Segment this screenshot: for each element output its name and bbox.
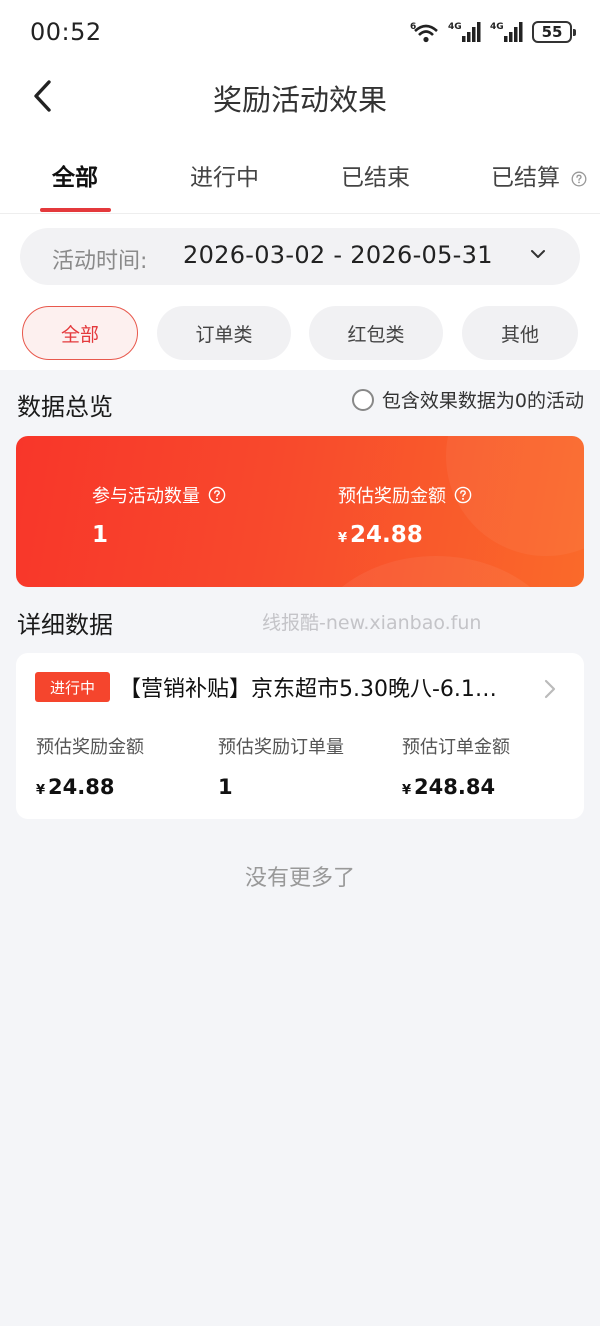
reward-amount-metric: 预估奖励金额 ¥24.88 (36, 733, 144, 799)
tab-in-progress[interactable]: 进行中 (190, 158, 259, 192)
reward-amount-value-wrap: ¥24.88 (36, 775, 144, 799)
reward-amount-value: 24.88 (48, 775, 115, 799)
cellular-signal-icon: 4G (448, 20, 482, 44)
navigation-bar: 奖励活动效果 (0, 62, 600, 132)
tab-all[interactable]: 全部 (52, 158, 98, 192)
decorative-circle (306, 556, 566, 587)
order-amount-value: 248.84 (414, 775, 496, 799)
page-title: 奖励活动效果 (212, 83, 387, 117)
date-range-value: 2026-03-02 - 2026-05-31 (183, 241, 493, 269)
chevron-right-icon[interactable] (544, 679, 556, 699)
status-time: 00:52 (30, 18, 102, 46)
currency-symbol: ¥ (36, 783, 46, 798)
order-count-value: 1 (218, 775, 233, 799)
radio-unchecked-icon[interactable] (351, 388, 374, 411)
chip-order[interactable]: 订单类 (157, 306, 291, 360)
svg-text:4G: 4G (490, 22, 504, 32)
include-zero-toggle[interactable]: 包含效果数据为0的活动 (351, 386, 584, 413)
overview-card: 参与活动数量 1 预估奖励金额 ¥24.88 (16, 436, 584, 587)
status-bar: 00:52 6 4G 4G 55 (0, 0, 600, 62)
svg-text:4G: 4G (448, 22, 462, 32)
category-filter: 全部 订单类 红包类 其他 (0, 306, 600, 362)
date-range-label: 活动时间: (52, 249, 148, 274)
overview-title: 数据总览 (17, 393, 113, 421)
chip-other[interactable]: 其他 (462, 306, 578, 360)
header-area: 00:52 6 4G 4G 55 奖励活动效果 全部 进行中 已结束 已结算 活… (0, 0, 600, 370)
chip-red-packet-label: 红包类 (347, 323, 405, 346)
activity-card[interactable]: 进行中 【营销补贴】京东超市5.30晚八-6.1… 预估奖励金额 ¥24.88 … (16, 653, 584, 819)
activity-count-value: 1 (92, 522, 109, 548)
tab-settled-label: 已结算 (491, 165, 560, 191)
question-circle-icon[interactable] (454, 486, 472, 504)
cellular-signal-icon-2: 4G (490, 20, 524, 44)
tab-ended-label: 已结束 (341, 165, 410, 191)
watermark: 线报酷-new.xianbao.fun (262, 612, 482, 634)
activity-count-stat: 参与活动数量 1 (92, 482, 226, 548)
chip-red-packet[interactable]: 红包类 (309, 306, 443, 360)
question-circle-icon[interactable] (208, 486, 226, 504)
status-tabs: 全部 进行中 已结束 已结算 (0, 140, 600, 214)
status-badge: 进行中 (35, 672, 110, 702)
tab-settled[interactable]: 已结算 (491, 158, 587, 192)
order-amount-metric: 预估订单金额 ¥248.84 (402, 733, 510, 799)
currency-symbol: ¥ (338, 531, 348, 546)
estimated-reward-label: 预估奖励金额 (338, 486, 446, 507)
date-range-selector[interactable]: 活动时间: 2026-03-02 - 2026-05-31 (20, 228, 580, 285)
tab-in-progress-label: 进行中 (190, 165, 259, 191)
activity-title: 【营销补贴】京东超市5.30晚八-6.1… (119, 677, 497, 702)
activity-count-label: 参与活动数量 (92, 486, 200, 507)
estimated-reward-value: 24.88 (350, 522, 423, 548)
chip-other-label: 其他 (500, 323, 539, 346)
battery-level: 55 (541, 23, 563, 41)
battery-icon: 55 (532, 21, 576, 43)
estimated-reward-value-wrap: ¥24.88 (338, 522, 472, 548)
order-amount-value-wrap: ¥248.84 (402, 775, 510, 799)
chip-order-label: 订单类 (195, 323, 253, 346)
active-tab-indicator (40, 208, 111, 212)
order-count-metric: 预估奖励订单量 1 (218, 733, 344, 799)
chevron-down-icon (531, 250, 545, 258)
status-icons: 6 4G 4G 55 (410, 18, 576, 46)
order-amount-label: 预估订单金额 (402, 737, 510, 758)
estimated-reward-stat: 预估奖励金额 ¥24.88 (338, 482, 472, 548)
chip-all-label: 全部 (60, 323, 99, 346)
include-zero-label: 包含效果数据为0的活动 (381, 390, 584, 412)
question-circle-icon[interactable] (571, 171, 587, 187)
chip-all[interactable]: 全部 (22, 306, 138, 360)
order-count-label: 预估奖励订单量 (218, 737, 344, 758)
tab-ended[interactable]: 已结束 (341, 158, 410, 192)
tab-all-label: 全部 (52, 165, 98, 191)
currency-symbol: ¥ (402, 783, 412, 798)
reward-amount-label: 预估奖励金额 (36, 737, 144, 758)
details-title: 详细数据 (17, 611, 113, 639)
no-more-text: 没有更多了 (244, 866, 355, 891)
wifi-icon: 6 (410, 20, 440, 44)
